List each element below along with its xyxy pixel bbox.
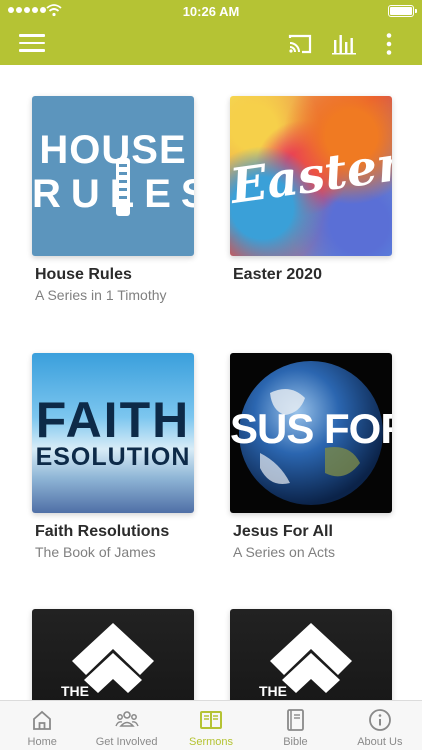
- tab-get-involved[interactable]: Get Involved: [84, 701, 168, 750]
- series-artwork: SUS FOR A: [230, 353, 392, 513]
- status-time: 10:26 AM: [182, 4, 240, 19]
- series-card-the-summit-2[interactable]: THE: [230, 609, 392, 700]
- series-artwork: Easter: [230, 96, 392, 256]
- sermon-series-grid: HOUSE RULES House Rules A Series in 1 Ti…: [0, 65, 422, 700]
- series-subtitle: A Series on Acts: [233, 544, 335, 560]
- series-title: Faith Resolutions: [35, 523, 170, 540]
- battery-icon: [388, 5, 417, 17]
- series-subtitle: The Book of James: [35, 544, 156, 560]
- series-card-easter-2020[interactable]: Easter Easter 2020: [230, 96, 392, 287]
- tab-label: Get Involved: [95, 736, 158, 748]
- artwork-text: THE: [61, 683, 89, 699]
- series-subtitle: A Series in 1 Timothy: [35, 287, 167, 303]
- cast-icon[interactable]: [287, 32, 313, 56]
- tab-label: About Us: [357, 736, 403, 748]
- series-card-house-rules[interactable]: HOUSE RULES House Rules A Series in 1 Ti…: [32, 96, 194, 303]
- artwork-text: Easter: [230, 135, 392, 216]
- open-book-icon: [200, 711, 223, 729]
- artwork-text: FAITH: [35, 392, 191, 448]
- more-vertical-icon[interactable]: [377, 32, 401, 56]
- tab-bible[interactable]: Bible: [253, 701, 337, 750]
- tab-sermons[interactable]: Sermons: [169, 701, 253, 750]
- artwork-text: SUS FOR A: [230, 405, 392, 452]
- series-card-jesus-for-all[interactable]: SUS FOR A Jesus For All A Series on Acts: [230, 353, 392, 560]
- app-bar: [0, 22, 422, 65]
- bottom-tab-bar: Home Get Involved Sermons Bible About Us: [0, 700, 422, 750]
- app-header: 10:26 AM: [0, 0, 422, 65]
- bible-icon: [287, 709, 305, 731]
- artwork-text: THE: [259, 683, 287, 699]
- series-card-the-summit-1[interactable]: THE: [32, 609, 194, 700]
- info-icon: [368, 709, 391, 731]
- artwork-text: ESOLUTION: [35, 443, 191, 471]
- people-icon: [114, 711, 139, 727]
- series-title: House Rules: [35, 266, 132, 283]
- tab-home[interactable]: Home: [0, 701, 84, 750]
- series-title: Jesus For All: [233, 523, 333, 540]
- tab-label: Sermons: [189, 736, 234, 748]
- series-artwork: FAITH ESOLUTION: [32, 353, 194, 513]
- series-artwork: THE: [32, 609, 194, 700]
- home-icon: [33, 710, 52, 730]
- artwork-text: RULES: [32, 172, 194, 216]
- series-card-faith-resolutions[interactable]: FAITH ESOLUTION Faith Resolutions The Bo…: [32, 353, 194, 560]
- series-title: Easter 2020: [233, 266, 322, 283]
- status-bar: 10:26 AM: [0, 0, 422, 22]
- series-artwork: HOUSE RULES: [32, 96, 194, 256]
- series-artwork: THE: [230, 609, 392, 700]
- artwork-text: HOUSE: [39, 128, 187, 172]
- tab-label: Home: [27, 736, 57, 748]
- audio-bars-icon[interactable]: [332, 32, 358, 56]
- tab-label: Bible: [283, 736, 308, 748]
- tab-about-us[interactable]: About Us: [338, 701, 422, 750]
- menu-icon[interactable]: [19, 34, 45, 54]
